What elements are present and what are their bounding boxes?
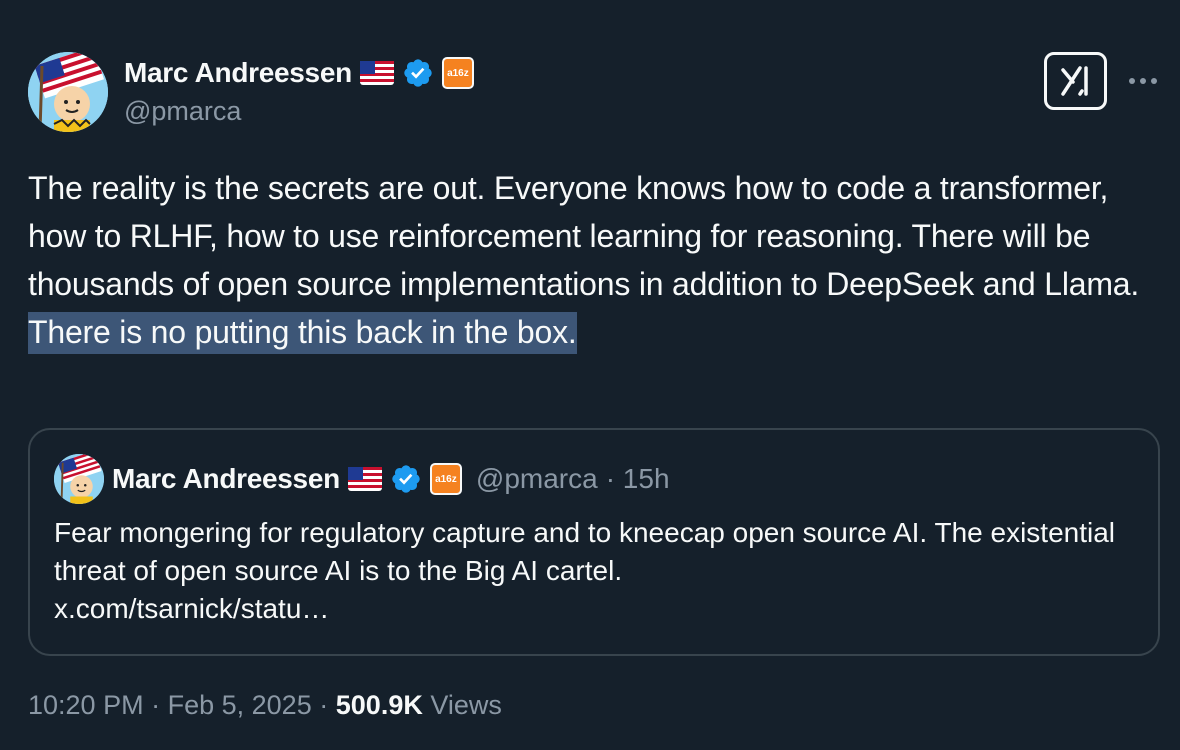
a16z-affiliate-badge[interactable]: a16z xyxy=(441,57,474,89)
quote-header: Marc Andreessen a16z @pmarca · 15h xyxy=(112,460,670,498)
us-flag-icon xyxy=(347,467,382,491)
meta-separator: · xyxy=(319,690,329,720)
quote-timestamp: · 15h xyxy=(605,463,670,494)
tweet-text-selected: There is no putting this back in the box… xyxy=(28,312,577,354)
tweet-time[interactable]: 10:20 PM xyxy=(28,690,144,720)
views-label: Views xyxy=(430,690,502,720)
quote-text-body: Fear mongering for regulatory capture an… xyxy=(54,517,1116,586)
verified-badge-icon xyxy=(390,463,422,495)
author-avatar[interactable] xyxy=(28,52,108,132)
quote-author-name: Marc Andreessen xyxy=(112,463,340,494)
more-options-button[interactable] xyxy=(1126,66,1160,96)
more-icon xyxy=(1129,78,1157,84)
quoted-tweet[interactable]: Marc Andreessen a16z @pmarca · 15h Fear … xyxy=(28,428,1160,656)
verified-badge-icon[interactable] xyxy=(402,57,434,89)
quote-link[interactable]: x.com/tsarnick/statu… xyxy=(54,593,329,624)
tweet-meta: 10:20 PM · Feb 5, 2025 · 500.9K Views xyxy=(28,690,502,721)
tweet-card: Marc Andreessen a16z @pmarca The reality… xyxy=(0,0,1180,750)
grok-icon xyxy=(1060,66,1088,96)
quote-author-handle: @pmarca xyxy=(475,463,598,494)
meta-separator: · xyxy=(151,690,161,720)
tweet-date[interactable]: Feb 5, 2025 xyxy=(168,690,312,720)
quote-text: Fear mongering for regulatory capture an… xyxy=(54,514,1134,628)
author-handle[interactable]: @pmarca xyxy=(124,96,241,127)
author-name[interactable]: Marc Andreessen xyxy=(124,57,352,89)
tweet-text: The reality is the secrets are out. Ever… xyxy=(28,164,1158,356)
tweet-text-plain: The reality is the secrets are out. Ever… xyxy=(28,170,1140,302)
quote-author-avatar xyxy=(54,454,104,504)
a16z-affiliate-badge: a16z xyxy=(429,463,462,495)
us-flag-icon xyxy=(359,61,394,85)
grok-button[interactable] xyxy=(1044,52,1107,110)
author-name-row: Marc Andreessen a16z xyxy=(124,56,474,90)
views-count[interactable]: 500.9K xyxy=(336,690,423,720)
